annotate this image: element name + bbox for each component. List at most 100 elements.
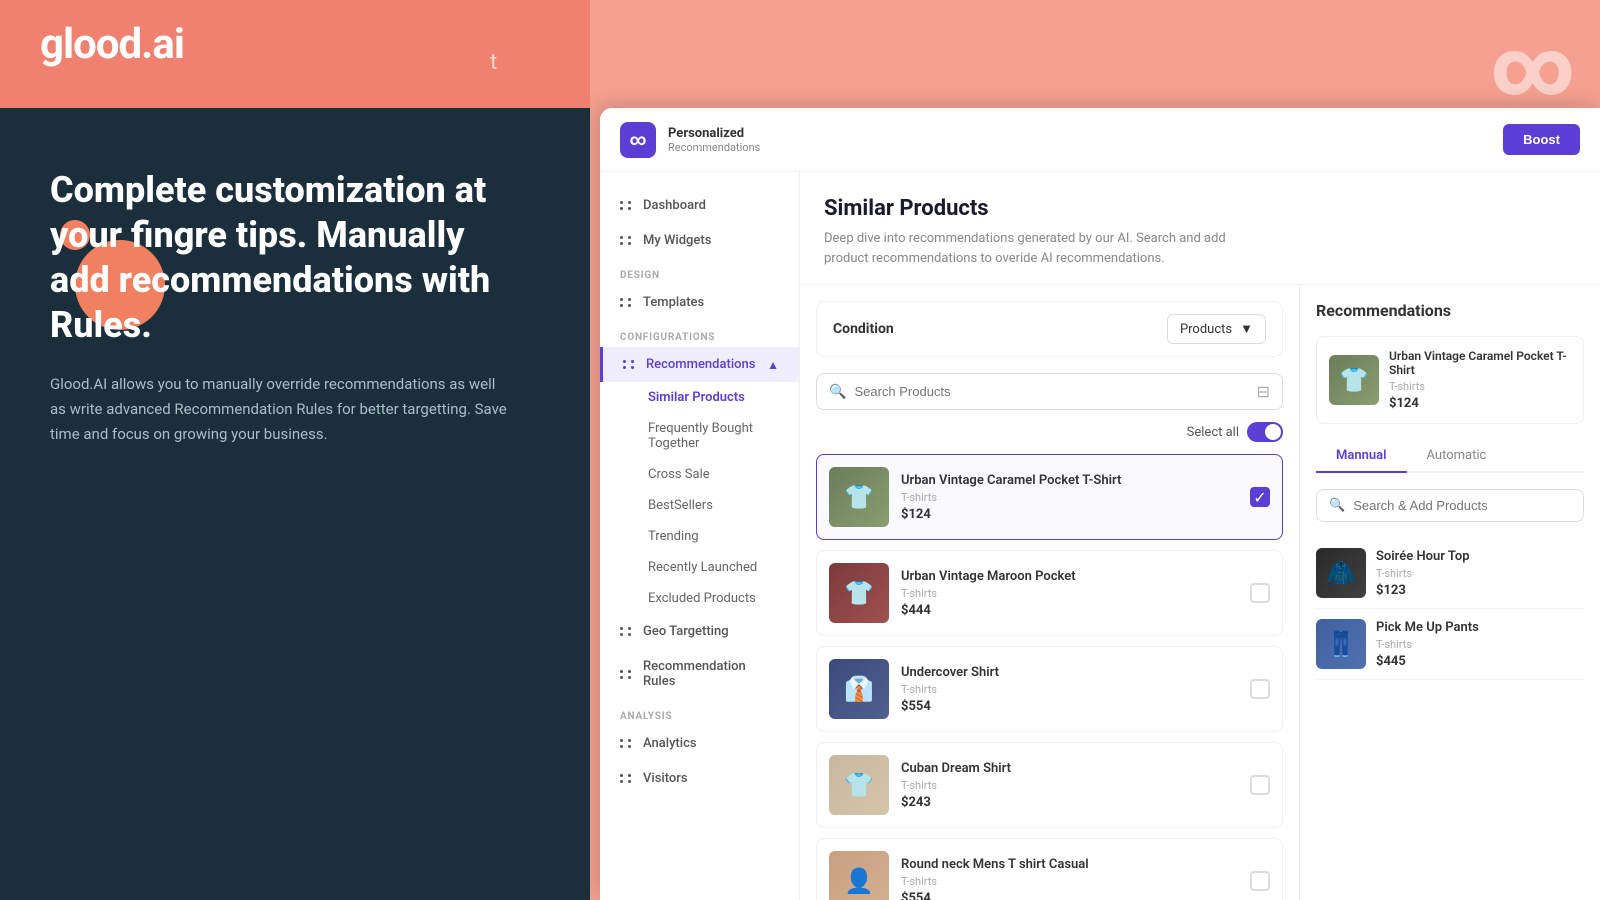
product-name: Undercover Shirt [901, 665, 1238, 680]
sub-item-similar-products[interactable]: Similar Products [600, 382, 799, 413]
product-card[interactable]: 👕 Cuban Dream Shirt T-shirts $243 [816, 742, 1283, 828]
left-panel: glood.ai t Complete customization at you… [0, 0, 590, 900]
product-name: Urban Vintage Maroon Pocket [901, 569, 1238, 584]
rec-icon: 🧥 [1316, 548, 1366, 598]
boost-button[interactable]: Boost [1503, 124, 1580, 155]
chevron-up-icon: ▲ [767, 358, 779, 372]
product-name: Cuban Dream Shirt [901, 761, 1238, 776]
product-price: $554 [901, 699, 1238, 714]
sub-item-excluded-products[interactable]: Excluded Products [600, 583, 799, 614]
product-card[interactable]: 👔 Undercover Shirt T-shirts $554 [816, 646, 1283, 732]
app-header: ∞ Personalized Recommendations Boost [600, 108, 1600, 172]
app-logo: ∞ Personalized Recommendations [620, 122, 760, 158]
recs-search-bar[interactable]: 🔍 [1316, 489, 1584, 522]
product-image: 👤 [829, 851, 889, 900]
product-image: 👕 [829, 755, 889, 815]
select-all-toggle[interactable] [1247, 422, 1283, 442]
product-category: T-shirts [901, 491, 1238, 504]
rec-product-image: 🧥 [1316, 548, 1366, 598]
grid-icon-analytics [620, 739, 633, 748]
product-checkbox[interactable] [1250, 871, 1270, 891]
filter-icon[interactable]: ⊟ [1257, 382, 1270, 401]
product-card[interactable]: 👕 Urban Vintage Caramel Pocket T-Shirt T… [816, 454, 1283, 540]
product-info: Cuban Dream Shirt T-shirts $243 [901, 761, 1238, 810]
shirt-icon: 👕 [1329, 355, 1379, 405]
selected-product-info: Urban Vintage Caramel Pocket T-Shirt T-s… [1389, 349, 1571, 411]
infinity-decoration: ∞ [1490, 20, 1570, 114]
rec-item[interactable]: 👖 Pick Me Up Pants T-shirts $445 [1316, 609, 1584, 680]
search-icon: 🔍 [829, 384, 846, 400]
product-card[interactable]: 👕 Urban Vintage Maroon Pocket T-shirts $… [816, 550, 1283, 636]
grid-icon-recommendations [623, 360, 636, 369]
sub-item-cross-sale[interactable]: Cross Sale [600, 459, 799, 490]
brand-logo: glood.ai [40, 20, 184, 69]
product-search-bar[interactable]: 🔍 ⊟ [816, 373, 1283, 410]
sidebar-item-geo-targetting[interactable]: Geo Targetting [600, 614, 799, 649]
sidebar-label-geo: Geo Targetting [643, 624, 729, 639]
product-search-input[interactable] [854, 384, 1248, 399]
rec-product-price: $445 [1376, 654, 1584, 669]
select-all-label: Select all [1187, 425, 1239, 440]
page-header: Similar Products Deep dive into recommen… [800, 172, 1600, 285]
condition-selected-value: Products [1180, 322, 1232, 337]
sidebar-label-dashboard: Dashboard [643, 198, 706, 213]
two-col-layout: Condition Products ▼ 🔍 ⊟ [800, 285, 1600, 900]
condition-bar: Condition Products ▼ [816, 301, 1283, 357]
sub-item-bestsellers[interactable]: BestSellers [600, 490, 799, 521]
right-area: ∞ ∞ Personalized Recommendations Boost [590, 0, 1600, 900]
rec-product-name: Soirée Hour Top [1376, 549, 1584, 564]
tab-manual[interactable]: Mannual [1316, 440, 1407, 473]
recs-search-input[interactable] [1353, 498, 1571, 513]
app-logo-icon: ∞ [620, 122, 656, 158]
page-description: Deep dive into recommendations generated… [824, 229, 1244, 268]
product-list: 👕 Urban Vintage Caramel Pocket T-Shirt T… [816, 454, 1283, 900]
sidebar: Dashboard My Widgets DESIGN Templates [600, 172, 800, 900]
chevron-down-icon: ▼ [1240, 321, 1253, 337]
product-checkbox[interactable] [1250, 679, 1270, 699]
rec-product-category: T-shirts [1376, 567, 1584, 580]
rec-product-name: Pick Me Up Pants [1376, 620, 1584, 635]
selected-product-category: T-shirts [1389, 380, 1571, 393]
tab-automatic[interactable]: Automatic [1407, 440, 1507, 473]
product-info: Round neck Mens T shirt Casual T-shirts … [901, 857, 1238, 900]
product-icon: 👕 [829, 563, 889, 623]
rec-product-image: 👖 [1316, 619, 1366, 669]
product-checkbox[interactable] [1250, 583, 1270, 603]
recs-search-icon: 🔍 [1329, 498, 1345, 513]
condition-label: Condition [833, 321, 894, 337]
sub-item-trending[interactable]: Trending [600, 521, 799, 552]
sidebar-item-my-widgets[interactable]: My Widgets [600, 223, 799, 258]
grid-icon-widgets [620, 236, 633, 245]
product-info: Urban Vintage Caramel Pocket T-Shirt T-s… [901, 473, 1238, 522]
product-checkbox[interactable] [1250, 775, 1270, 795]
product-checkbox[interactable]: ✓ [1250, 487, 1270, 507]
app-name: Personalized [668, 126, 760, 141]
product-image: 👔 [829, 659, 889, 719]
rec-icon: 👖 [1316, 619, 1366, 669]
app-body: Dashboard My Widgets DESIGN Templates [600, 172, 1600, 900]
sidebar-item-dashboard[interactable]: Dashboard [600, 188, 799, 223]
sidebar-label-rules: Recommendation Rules [643, 659, 779, 689]
rec-item[interactable]: 🧥 Soirée Hour Top T-shirts $123 [1316, 538, 1584, 609]
sidebar-item-analytics[interactable]: Analytics [600, 726, 799, 761]
sidebar-item-templates[interactable]: Templates [600, 285, 799, 320]
sub-item-recently-launched[interactable]: Recently Launched [600, 552, 799, 583]
app-logo-text: Personalized Recommendations [668, 126, 760, 154]
product-category: T-shirts [901, 683, 1238, 696]
product-icon: 👤 [829, 851, 889, 900]
condition-select[interactable]: Products ▼ [1167, 314, 1266, 344]
rec-items-list: 🧥 Soirée Hour Top T-shirts $123 👖 Pick M… [1316, 538, 1584, 680]
grid-icon-geo [620, 627, 633, 636]
section-label-configurations: CONFIGURATIONS [600, 320, 799, 347]
sub-item-frequently-bought[interactable]: Frequently Bought Together [600, 413, 799, 459]
infinity-logo-icon: ∞ [630, 130, 647, 149]
sidebar-label-visitors: Visitors [643, 771, 688, 786]
left-content: Complete customization at your fingre ti… [0, 108, 590, 446]
product-card[interactable]: 👤 Round neck Mens T shirt Casual T-shirt… [816, 838, 1283, 900]
sidebar-item-recommendation-rules[interactable]: Recommendation Rules [600, 649, 799, 699]
product-category: T-shirts [901, 779, 1238, 792]
sidebar-item-visitors[interactable]: Visitors [600, 761, 799, 796]
product-category: T-shirts [901, 587, 1238, 600]
grid-icon-visitors [620, 774, 633, 783]
sidebar-item-recommendations[interactable]: Recommendations ▲ [600, 347, 799, 382]
